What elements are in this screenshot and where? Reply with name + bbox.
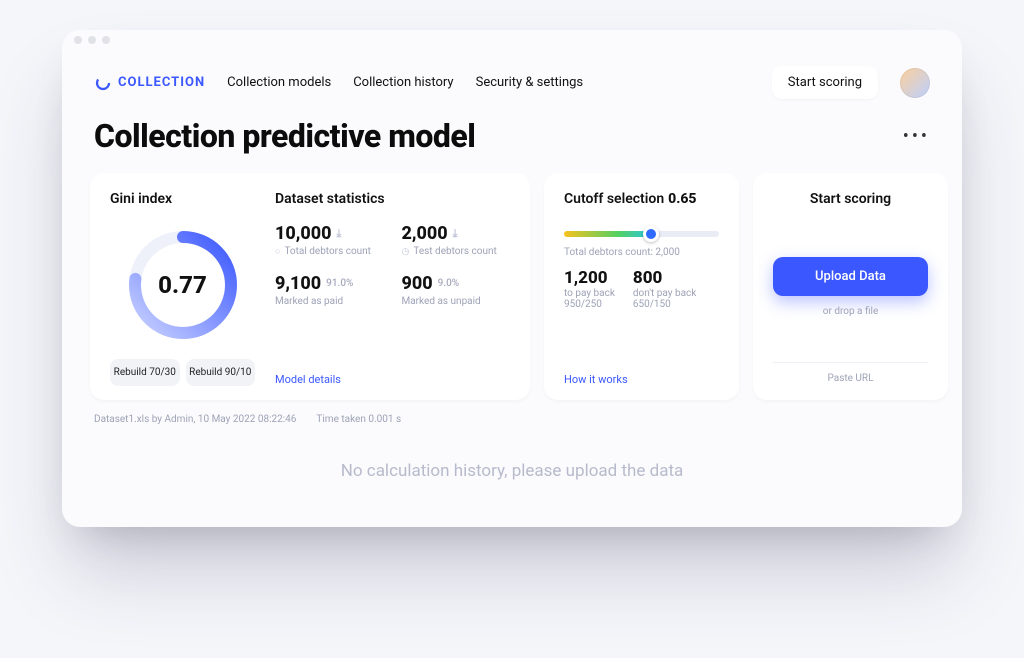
gini-column: Gini index 0.77 [110,191,255,386]
cutoff-card: Cutoff selection 0.65 Total debtors coun… [544,173,739,400]
logo-icon [94,74,112,92]
dataset-title: Dataset statistics [275,191,510,207]
cutoff-payback-col: 1,200 to pay back 950/250 [564,268,615,310]
dont-payback-label: don't pay back [633,288,696,299]
marked-unpaid-label: Marked as unpaid [402,296,481,307]
nav-security-settings[interactable]: Security & settings [476,75,584,90]
how-it-works-link[interactable]: How it works [564,355,719,386]
marked-unpaid-pct: 9.0% [438,278,460,289]
gini-dataset-card: Gini index 0.77 [90,173,530,400]
test-debtors-value: 2,000 [402,223,448,244]
page-title: Collection predictive model [94,117,475,155]
payback-split: 950/250 [564,299,615,310]
avatar[interactable] [900,68,930,98]
window-dot [74,36,82,44]
download-icon[interactable]: ⤓ [337,227,342,241]
gini-title: Gini index [110,191,255,207]
payback-label: to pay back [564,288,615,299]
cutoff-slider-knob[interactable] [643,226,659,242]
marked-unpaid-value: 900 [402,273,433,294]
cutoff-dont-payback-col: 800 don't pay back 650/150 [633,268,696,310]
meta-row: Dataset1.xls by Admin, 10 May 2022 08:22… [62,400,962,431]
window-titlebar [62,30,962,50]
marked-paid-label: Marked as paid [275,296,343,307]
marked-paid-pct: 91.0% [326,278,353,289]
total-debtors-value: 10,000 [275,223,332,244]
payback-value: 1,200 [564,268,615,288]
test-debtors-label: Test debtors count [413,246,496,257]
start-scoring-button[interactable]: Start scoring [772,66,878,99]
brand-logo[interactable]: COLLECTION [94,74,205,92]
meta-file-info: Dataset1.xls by Admin, 10 May 2022 08:22… [94,414,296,425]
rebuild-9010-button[interactable]: Rebuild 90/10 [186,359,256,386]
stat-marked-paid: 9,100 91.0% Marked as paid [275,273,384,307]
model-details-link[interactable]: Model details [275,359,510,386]
scoring-title: Start scoring [773,191,928,207]
download-icon[interactable]: ⤓ [453,227,458,241]
cutoff-slider[interactable] [564,231,719,237]
dont-payback-split: 650/150 [633,299,696,310]
total-debtors-label: Total debtors count [284,246,371,257]
stat-marked-unpaid: 900 9.0% Marked as unpaid [402,273,511,307]
nav-collection-models[interactable]: Collection models [227,75,331,90]
cutoff-title-pre: Cutoff selection [564,191,664,207]
clock-icon: ◷ [402,247,410,257]
meta-time-taken: Time taken 0.001 s [316,414,401,425]
scoring-card: Start scoring Upload Data or drop a file… [753,173,948,400]
gini-value: 0.77 [123,225,243,345]
cards-row: Gini index 0.77 [62,173,962,400]
upload-data-button[interactable]: Upload Data [773,257,928,296]
dataset-column: Dataset statistics 10,000 ⤓ ○ Total debto… [275,191,510,386]
window-dot [102,36,110,44]
cutoff-title: Cutoff selection 0.65 [564,191,719,207]
more-menu-icon[interactable]: ••• [903,126,930,147]
stat-test-debtors: 2,000 ⤓ ◷Test debtors count [402,223,511,257]
brand-text: COLLECTION [118,75,205,90]
gini-ring: 0.77 [123,225,243,345]
cutoff-title-val: 0.65 [668,191,696,207]
page-title-row: Collection predictive model ••• [62,109,962,173]
empty-state: No calculation history, please upload th… [62,431,962,527]
stat-total-debtors: 10,000 ⤓ ○ Total debtors count [275,223,384,257]
circle-icon: ○ [275,246,280,257]
nav-collection-history[interactable]: Collection history [353,75,453,90]
rebuild-7030-button[interactable]: Rebuild 70/30 [110,359,180,386]
drop-file-hint: or drop a file [773,306,928,317]
window-dot [88,36,96,44]
app-window: COLLECTION Collection models Collection … [62,30,962,527]
cutoff-debtors-line: Total debtors count: 2,000 [564,247,719,258]
top-nav: COLLECTION Collection models Collection … [62,50,962,109]
paste-url-button[interactable]: Paste URL [773,362,928,386]
marked-paid-value: 9,100 [275,273,321,294]
dont-payback-value: 800 [633,268,696,288]
